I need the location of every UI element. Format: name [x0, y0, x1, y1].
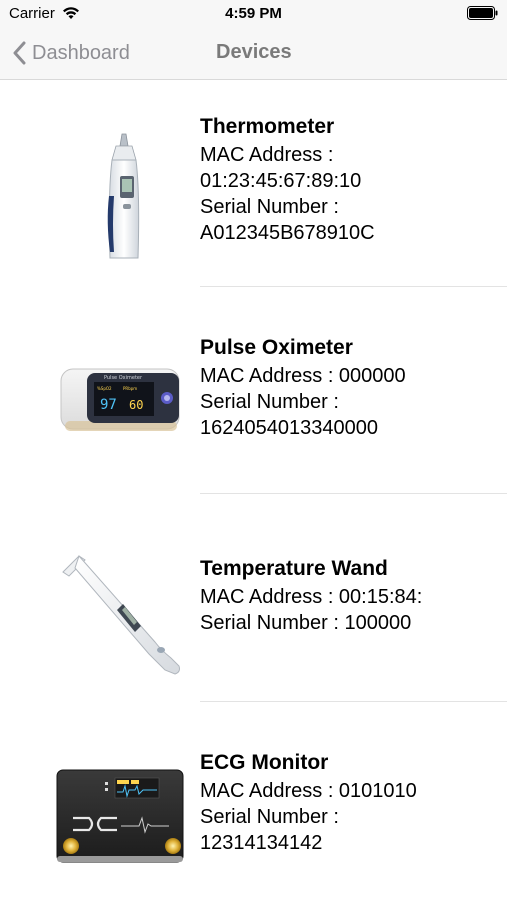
- pulse-oximeter-image: Pulse Oximeter %SpO2 PRbpm 97 60: [60, 368, 180, 431]
- status-bar: Carrier 4:59 PM: [0, 0, 507, 28]
- mac-address-label: MAC Address : 000000: [200, 365, 406, 387]
- device-info: Temperature Wand MAC Address : 00:15:84:…: [200, 554, 501, 636]
- device-row-pulse-oximeter[interactable]: Pulse Oximeter %SpO2 PRbpm 97 60 Pulse O…: [0, 287, 507, 494]
- devices-screen: Carrier 4:59 PM Dashboard Devices Thermo…: [0, 0, 507, 900]
- serial-number-label: Serial Number :: [200, 391, 339, 413]
- back-button-label: Dashboard: [32, 41, 130, 64]
- device-list: Thermometer MAC Address : 01:23:45:67:89…: [0, 80, 507, 900]
- navigation-bar: Dashboard Devices: [0, 28, 507, 80]
- device-row-ecg-monitor[interactable]: ECG Monitor MAC Address : 0101010 Serial…: [0, 702, 507, 900]
- serial-number-value: A012345B678910C: [200, 222, 375, 244]
- device-row-temperature-wand[interactable]: Temperature Wand MAC Address : 00:15:84:…: [0, 494, 507, 702]
- oximeter-screen-label: Pulse Oximeter: [104, 375, 143, 381]
- mac-address-value: 01:23:45:67:89:10: [200, 170, 362, 192]
- mac-address-label: MAC Address : 00:15:84:: [200, 586, 423, 608]
- mac-address-label: MAC Address : 0101010: [200, 780, 417, 802]
- ear-thermometer-image: [107, 133, 140, 259]
- device-name: Thermometer: [200, 115, 335, 138]
- oximeter-spo2-unit: %SpO2: [97, 386, 112, 391]
- page-title: Devices: [216, 41, 292, 63]
- temperature-wand-image: [62, 555, 180, 675]
- back-button[interactable]: Dashboard: [12, 38, 130, 68]
- oximeter-pr-value: 60: [129, 398, 143, 412]
- device-info: Pulse Oximeter MAC Address : 000000 Seri…: [200, 333, 501, 441]
- serial-number-label: Serial Number : 100000: [200, 612, 412, 634]
- serial-number-value: 12314134142: [200, 832, 323, 854]
- serial-number-label: Serial Number :: [200, 806, 339, 828]
- mac-address-label: MAC Address :: [200, 144, 334, 166]
- oximeter-pr-unit: PRbpm: [123, 386, 137, 391]
- status-time: 4:59 PM: [225, 5, 282, 22]
- chevron-left-icon: [13, 41, 26, 65]
- device-name: Temperature Wand: [200, 557, 388, 580]
- device-name: ECG Monitor: [200, 751, 329, 774]
- ecg-monitor-image: [56, 769, 184, 863]
- oximeter-spo2-value: 97: [100, 397, 117, 413]
- device-row-thermometer[interactable]: Thermometer MAC Address : 01:23:45:67:89…: [0, 80, 507, 287]
- battery-icon: [467, 6, 498, 20]
- device-info: Thermometer MAC Address : 01:23:45:67:89…: [200, 112, 501, 246]
- serial-number-label: Serial Number :: [200, 196, 339, 218]
- serial-number-value: 1624054013340000: [200, 417, 378, 439]
- device-info: ECG Monitor MAC Address : 0101010 Serial…: [200, 748, 501, 856]
- device-name: Pulse Oximeter: [200, 336, 353, 359]
